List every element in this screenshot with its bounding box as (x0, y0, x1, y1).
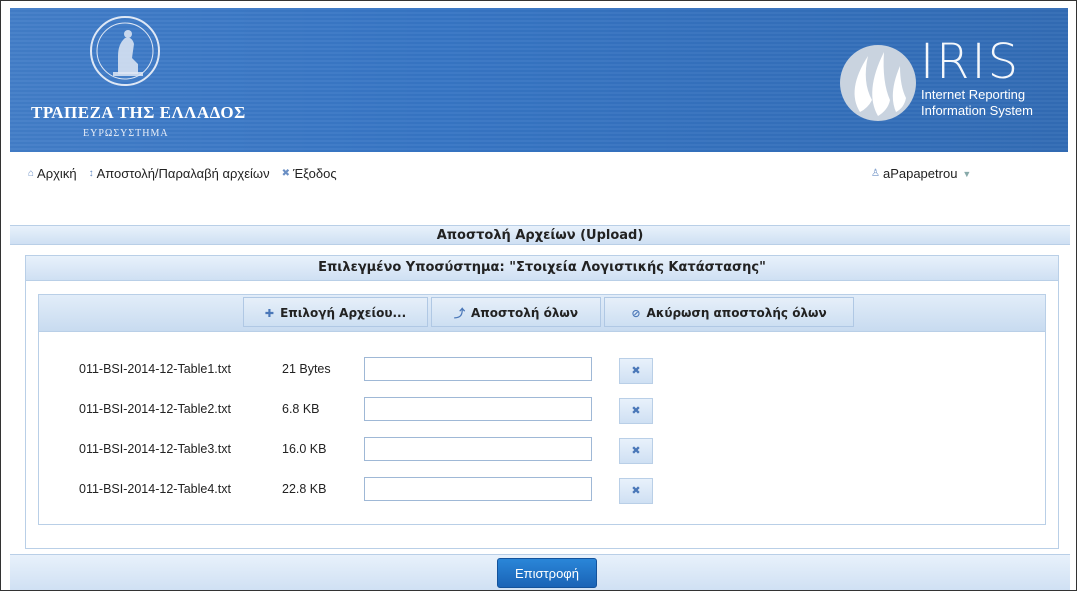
file-name: 011-BSI-2014-12-Table3.txt (79, 442, 231, 456)
iris-drop-logo (840, 45, 916, 121)
cancel-all-button[interactable]: ⊘ Ακύρωση αποστολής όλων (604, 297, 854, 327)
nav-home-label: Αρχική (37, 166, 77, 181)
choose-file-button[interactable]: ✚ Επιλογή Αρχείου... (243, 297, 428, 327)
up-down-arrows-icon: ↕ (88, 168, 94, 179)
nav-logout[interactable]: ✖ Έξοδος (282, 166, 337, 181)
upload-panel: ✚ Επιλογή Αρχείου... ⤴ Αποστολή όλων ⊘ Ακύρ… (38, 294, 1046, 525)
user-icon: ♙ (871, 168, 880, 179)
close-icon: ✖ (631, 405, 641, 417)
file-name: 011-BSI-2014-12-Table2.txt (79, 402, 231, 416)
app-title: IRIS (920, 34, 1021, 90)
back-button[interactable]: Επιστροφή (497, 558, 597, 588)
nav-home[interactable]: ⌂ Αρχική (28, 166, 77, 181)
remove-file-button[interactable]: ✖ (619, 398, 653, 424)
upload-progress-bar (364, 477, 592, 501)
username: aPapapetrou (882, 166, 958, 181)
file-size: 22.8 KB (282, 482, 327, 496)
app-subtitle-1: Internet Reporting (921, 87, 1026, 102)
nav-logout-label: Έξοδος (292, 166, 337, 181)
footer-bar: Επιστροφή (10, 554, 1070, 590)
app-window: ΤΡΑΠΕΖΑ ΤΗΣ ΕΛΛΑΔΟΣ ΕΥΡΩΣΥΣΤΗΜΑ IRIS Int… (0, 0, 1077, 591)
nav-upload-download[interactable]: ↕ Αποστολή/Παραλαβή αρχείων (89, 166, 270, 181)
bank-subtitle: ΕΥΡΩΣΥΣΤΗΜΑ (83, 128, 169, 139)
file-row: 011-BSI-2014-12-Table2.txt 6.8 KB ✖ (39, 394, 1045, 424)
remove-file-button[interactable]: ✖ (619, 478, 653, 504)
choose-file-label: Επιλογή Αρχείου... (280, 306, 407, 320)
close-icon: ✖ (631, 445, 641, 457)
upload-all-label: Αποστολή όλων (470, 306, 579, 320)
plus-icon: ✚ (264, 307, 275, 320)
close-icon: ✖ (631, 365, 641, 377)
upload-progress-bar (364, 357, 592, 381)
file-row: 011-BSI-2014-12-Table4.txt 22.8 KB ✖ (39, 474, 1045, 504)
upload-all-button[interactable]: ⤴ Αποστολή όλων (431, 297, 601, 327)
cancel-icon: ⊘ (631, 307, 641, 320)
main-nav: ⌂ Αρχική ↕ Αποστολή/Παραλαβή αρχείων ✖ Έ… (28, 166, 349, 181)
header-banner: ΤΡΑΠΕΖΑ ΤΗΣ ΕΛΛΑΔΟΣ ΕΥΡΩΣΥΣΤΗΜΑ IRIS Int… (10, 8, 1068, 152)
file-name: 011-BSI-2014-12-Table1.txt (79, 362, 231, 376)
upload-progress-bar (364, 437, 592, 461)
upload-progress-bar (364, 397, 592, 421)
upload-toolbar: ✚ Επιλογή Αρχείου... ⤴ Αποστολή όλων ⊘ Ακύρ… (39, 295, 1045, 332)
bank-name: ΤΡΑΠΕΖΑ ΤΗΣ ΕΛΛΑΔΟΣ (31, 103, 246, 122)
home-icon: ⌂ (28, 168, 35, 179)
subsystem-panel: Επιλεγμένο Υποσύστημα: "Στοιχεία Λογιστι… (25, 255, 1059, 549)
app-subtitle-2: Information System (921, 103, 1033, 118)
nav-upload-download-label: Αποστολή/Παραλαβή αρχείων (96, 166, 270, 181)
page-title: Αποστολή Αρχείων (Upload) (10, 225, 1070, 245)
upload-icon: ⤴ (453, 307, 465, 320)
file-name: 011-BSI-2014-12-Table4.txt (79, 482, 231, 496)
file-size: 6.8 KB (282, 402, 320, 416)
subsystem-title: Επιλεγμένο Υποσύστημα: "Στοιχεία Λογιστι… (26, 256, 1058, 281)
close-icon: ✖ (281, 168, 290, 179)
bank-seal-logo (90, 16, 160, 86)
file-row: 011-BSI-2014-12-Table1.txt 21 Bytes ✖ (39, 354, 1045, 384)
cancel-all-label: Ακύρωση αποστολής όλων (646, 306, 827, 320)
file-row: 011-BSI-2014-12-Table3.txt 16.0 KB ✖ (39, 434, 1045, 464)
chevron-down-icon: ▼ (962, 168, 972, 179)
close-icon: ✖ (631, 485, 641, 497)
user-menu[interactable]: ♙ aPapapetrou ▼ (871, 166, 971, 181)
remove-file-button[interactable]: ✖ (619, 438, 653, 464)
file-size: 21 Bytes (282, 362, 331, 376)
remove-file-button[interactable]: ✖ (619, 358, 653, 384)
file-size: 16.0 KB (282, 442, 327, 456)
